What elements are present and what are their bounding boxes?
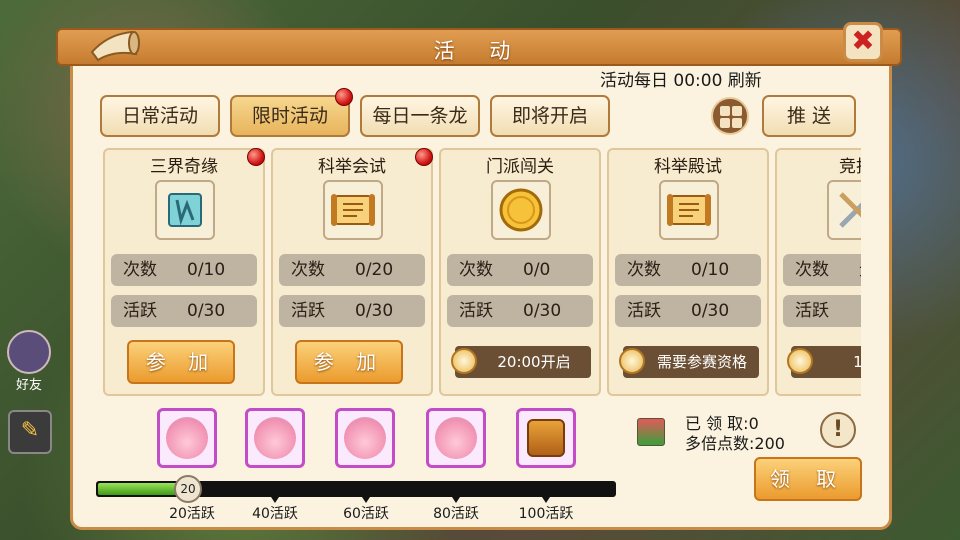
title-bar: 活 动: [56, 28, 902, 66]
horn-icon: [90, 30, 140, 62]
swords-icon[interactable]: [827, 180, 861, 240]
exclamation-icon: !: [832, 417, 844, 442]
active-row: 活跃 0/30: [447, 295, 593, 327]
count-row: 次数 无: [783, 254, 861, 286]
join-button[interactable]: 参 加: [295, 340, 403, 384]
activity-name: 科举殿试: [654, 157, 722, 177]
join-button[interactable]: 参 加: [127, 340, 235, 384]
milestone-label: 60活跃: [343, 506, 389, 522]
reward-lucky-bag-40[interactable]: [245, 408, 305, 468]
lucky-bag-icon: [435, 417, 477, 459]
open-time-bar: 19:0: [787, 346, 861, 378]
activity-name: 科举会试: [318, 157, 386, 177]
count-row: 次数 0/20: [279, 254, 425, 286]
progress-knob: 20: [174, 475, 202, 503]
activity-card: 科举殿试 次数 0/10 活跃 0/30 需要参赛资格: [607, 148, 769, 396]
reward-lucky-bag-80[interactable]: [426, 408, 486, 468]
notification-dot: [247, 148, 265, 166]
qualification-bar: 需要参赛资格: [619, 346, 759, 378]
tab-limited[interactable]: 限时活动: [230, 95, 350, 137]
lucky-bag-icon: [344, 417, 386, 459]
multiplier-badge-icon: [637, 418, 665, 446]
activity-name: 三界奇缘: [150, 157, 218, 177]
count-row: 次数 0/10: [615, 254, 761, 286]
exam-scroll-icon[interactable]: [323, 180, 383, 240]
grid-menu-button[interactable]: [711, 97, 749, 135]
lucky-bag-icon: [166, 417, 208, 459]
open-time-bar: 20:00开启: [451, 346, 591, 378]
reward-chest-100[interactable]: [516, 408, 576, 468]
reward-lucky-bag-20[interactable]: [157, 408, 217, 468]
clock-icon: [451, 348, 477, 374]
tab-dragon[interactable]: 每日一条龙: [360, 95, 480, 137]
friends-icon: [7, 330, 51, 374]
count-row: 次数 0/0: [447, 254, 593, 286]
treasure-chest-icon: [527, 419, 565, 457]
tab-limited-notification-dot: [335, 88, 353, 106]
tab-daily[interactable]: 日常活动: [100, 95, 220, 137]
active-row: 活跃: [783, 295, 861, 327]
activity-card: 三界奇缘 次数 0/10 活跃 0/30 参 加: [103, 148, 265, 396]
exam-scroll-icon[interactable]: [659, 180, 719, 240]
info-button[interactable]: !: [820, 412, 856, 448]
map-scroll-icon[interactable]: [155, 180, 215, 240]
reward-lucky-bag-60[interactable]: [335, 408, 395, 468]
milestone-label: 40活跃: [252, 506, 298, 522]
milestone-label: 80活跃: [433, 506, 479, 522]
close-button[interactable]: ✖: [843, 22, 883, 62]
clock-icon: [787, 348, 813, 374]
multiplier-points: 多倍点数:200: [685, 434, 785, 453]
gold-coin-icon[interactable]: [491, 180, 551, 240]
milestone-label: 20活跃: [169, 506, 215, 522]
activity-card: 科举会试 次数 0/20 活跃 0/30 参 加: [271, 148, 433, 396]
activity-name: 门派闯关: [486, 157, 554, 177]
milestone-label: 100活跃: [518, 506, 574, 522]
friends-shortcut[interactable]: 好友: [6, 330, 52, 393]
active-row: 活跃 0/30: [279, 295, 425, 327]
push-button[interactable]: 推 送: [762, 95, 856, 137]
lucky-bag-icon: [254, 417, 296, 459]
close-icon: ✖: [851, 24, 875, 57]
friends-label: 好友: [15, 378, 42, 393]
window-title: 活 动: [433, 39, 525, 63]
activity-name: 竞技: [839, 157, 861, 177]
refresh-note: 活动每日 00:00 刷新: [600, 71, 762, 91]
claim-button[interactable]: 领 取: [754, 457, 862, 501]
progress-fill: [98, 483, 184, 495]
activity-card: 门派闯关 次数 0/0 活跃 0/30 20:00开启: [439, 148, 601, 396]
chat-icon[interactable]: ✎: [8, 410, 52, 454]
activity-card: 竞技 次数 无 活跃 19:0: [775, 148, 861, 396]
notification-dot: [415, 148, 433, 166]
grid-icon: [720, 106, 730, 116]
activity-list[interactable]: 三界奇缘 次数 0/10 活跃 0/30 参 加 科举会试 次数 0/20 活跃…: [103, 148, 861, 396]
active-row: 活跃 0/30: [615, 295, 761, 327]
tab-upcoming[interactable]: 即将开启: [490, 95, 610, 137]
count-row: 次数 0/10: [111, 254, 257, 286]
clock-icon: [619, 348, 645, 374]
active-row: 活跃 0/30: [111, 295, 257, 327]
